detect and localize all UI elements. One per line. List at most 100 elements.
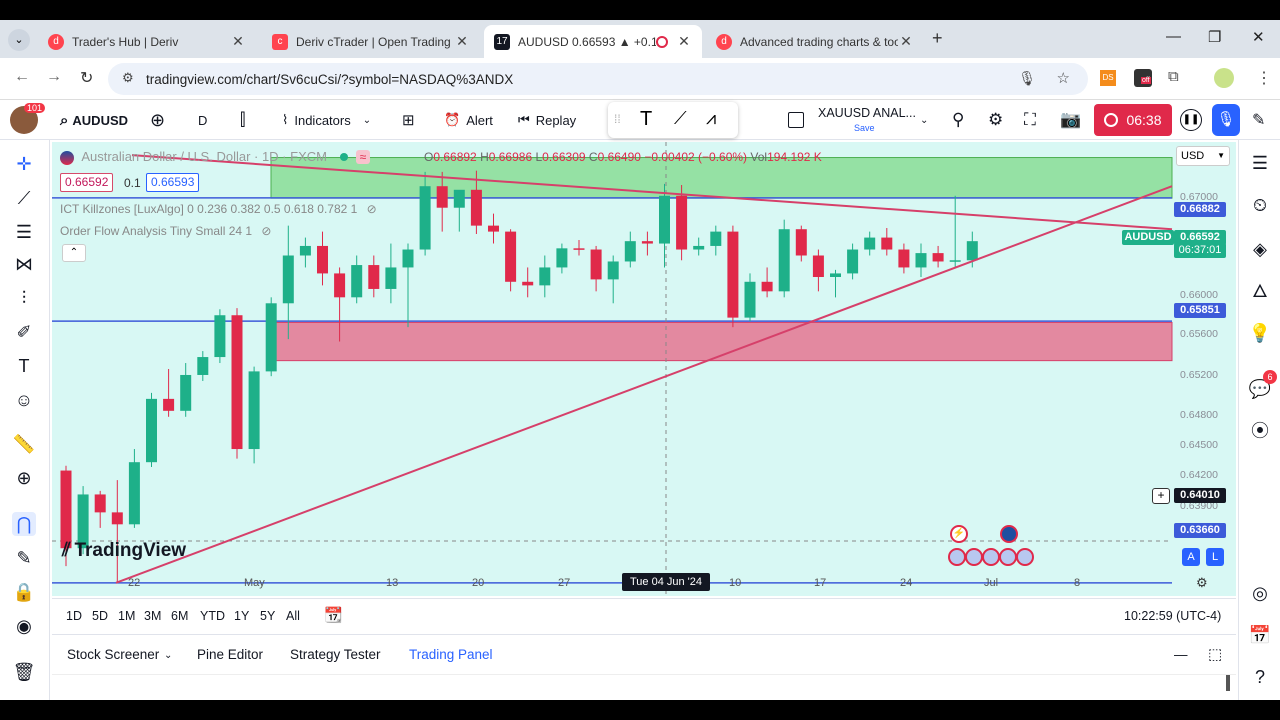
range-6m[interactable]: 6M: [171, 609, 188, 623]
watchlist-icon[interactable]: ☰: [1247, 150, 1273, 176]
tab-audusd[interactable]: 17 AUDUSD 0.66593 ▲ +0.18% ✕: [484, 25, 702, 58]
range-5y[interactable]: 5Y: [260, 609, 275, 623]
emoji-icon[interactable]: ☺: [12, 388, 36, 412]
tab-stock-screener[interactable]: Stock Screener: [67, 647, 159, 662]
compare-plus-icon[interactable]: ⊕: [150, 100, 165, 140]
hidden-eye-icon[interactable]: ⊘: [261, 224, 271, 238]
layouts-grid-icon[interactable]: ⊞: [402, 100, 415, 140]
sell-price-button[interactable]: 0.66592: [60, 173, 114, 192]
extensions-puzzle-icon[interactable]: ⧉: [1168, 68, 1179, 85]
range-3m[interactable]: 3M: [144, 609, 161, 623]
close-tab-icon[interactable]: ✕: [898, 33, 914, 50]
trendline-icon[interactable]: ⟋: [12, 186, 36, 210]
range-ytd[interactable]: YTD: [200, 609, 225, 623]
tab-traders-hub[interactable]: d Trader's Hub | Deriv ✕: [38, 25, 256, 58]
range-5d[interactable]: 5D: [92, 609, 108, 623]
us-economic-events[interactable]: [948, 548, 1038, 566]
browser-menu-icon[interactable]: ⋮: [1256, 68, 1272, 88]
clock-timezone[interactable]: 10:22:59 (UTC-4): [1124, 609, 1221, 623]
layout-chevron-down-icon[interactable]: ⌄: [920, 100, 928, 140]
settings-gear-icon[interactable]: ⚙: [988, 100, 1003, 140]
range-all[interactable]: All: [286, 609, 300, 623]
range-1d[interactable]: 1D: [66, 609, 82, 623]
close-tab-icon[interactable]: ✕: [230, 33, 246, 50]
microphone-icon[interactable]: 🎙: [1018, 70, 1036, 87]
collapse-legend-icon[interactable]: ⌃: [62, 244, 86, 262]
indicator-legend-1[interactable]: ICT Killzones [LuxAlgo] 0 0.236 0.382 0.…: [60, 202, 377, 216]
horizontal-lines-icon[interactable]: ☰: [12, 220, 36, 244]
magnet-icon[interactable]: ⋂: [12, 512, 36, 536]
candles-chart-type-icon[interactable]: ⫿: [240, 100, 245, 140]
goto-date-calendar-icon[interactable]: 📆: [324, 606, 343, 624]
tab-list-chevron-icon[interactable]: ⌄: [8, 29, 30, 51]
close-tab-icon[interactable]: ✕: [454, 33, 470, 50]
auto-scale-button[interactable]: A: [1182, 548, 1200, 566]
hotlist-flame-icon[interactable]: 🜂: [1247, 278, 1273, 304]
url-field[interactable]: ⚙ tradingview.com/chart/Sv6cuCsi/?symbol…: [108, 63, 1088, 95]
crosshair-icon[interactable]: ✛: [12, 152, 36, 176]
tab-pine-editor[interactable]: Pine Editor: [197, 647, 263, 662]
scrollbar[interactable]: [1226, 675, 1230, 691]
bookmark-star-icon[interactable]: ☆: [1057, 69, 1070, 87]
data-problem-icon[interactable]: ≈: [355, 150, 371, 164]
replay-button[interactable]: ⏮ Replay: [518, 100, 576, 140]
add-alert-plus-icon[interactable]: +: [1152, 488, 1170, 504]
alert-button[interactable]: ⏰ Alert: [444, 100, 493, 140]
line-tool-icon[interactable]: ⟋: [674, 108, 687, 129]
range-1m[interactable]: 1M: [118, 609, 135, 623]
camera-icon[interactable]: 📷: [1060, 100, 1081, 140]
back-arrow-icon[interactable]: ←: [14, 68, 30, 86]
fullscreen-icon[interactable]: ⛶: [1024, 100, 1036, 140]
symbol-search-button[interactable]: ⌕ AUDUSD: [60, 100, 128, 140]
hidden-eye-icon[interactable]: ⊘: [367, 202, 377, 216]
au-event-flag-icon[interactable]: [1000, 525, 1018, 543]
range-1y[interactable]: 1Y: [234, 609, 249, 623]
new-tab-plus-icon[interactable]: +: [932, 28, 943, 49]
profile-avatar[interactable]: [1214, 68, 1234, 88]
quick-search-icon[interactable]: ⚲: [952, 100, 964, 140]
alerts-clock-icon[interactable]: ⏲: [1247, 192, 1273, 218]
site-info-icon[interactable]: ⚙: [122, 70, 134, 86]
close-tab-icon[interactable]: ✕: [676, 33, 692, 50]
close-window-icon[interactable]: ✕: [1252, 28, 1265, 46]
extension-ds-icon[interactable]: DS: [1100, 70, 1116, 86]
help-icon[interactable]: ?: [1247, 664, 1273, 690]
data-window-icon[interactable]: ◎: [1247, 580, 1273, 606]
signals-icon[interactable]: ⦿: [1247, 418, 1273, 444]
maximize-panel-icon[interactable]: ⬚: [1208, 645, 1222, 663]
minimize-panel-icon[interactable]: —: [1174, 647, 1188, 662]
reload-icon[interactable]: ↻: [80, 68, 93, 88]
tab-trading-panel[interactable]: Trading Panel: [409, 647, 493, 662]
text-icon[interactable]: T: [12, 354, 36, 378]
recording-timer-button[interactable]: 06:38: [1094, 104, 1172, 136]
trash-icon[interactable]: 🗑: [12, 660, 36, 684]
dividend-event-icon[interactable]: ⚡: [950, 525, 968, 543]
lock-icon[interactable]: 🔒: [12, 580, 36, 604]
tab-advanced-charts[interactable]: d Advanced trading charts & tool ✕: [706, 25, 924, 58]
minimize-window-icon[interactable]: —: [1166, 28, 1181, 45]
drag-handle-icon[interactable]: ⁞⁞: [614, 112, 621, 126]
text-tool-icon[interactable]: T: [640, 108, 652, 131]
time-axis-settings-icon[interactable]: ⚙: [1196, 575, 1208, 591]
log-scale-button[interactable]: L: [1206, 548, 1224, 566]
zoom-in-icon[interactable]: ⊕: [12, 466, 36, 490]
interval-button[interactable]: D: [198, 100, 207, 140]
mic-off-icon[interactable]: ✎: [1252, 100, 1265, 140]
ruler-icon[interactable]: 📏: [12, 432, 36, 456]
restore-window-icon[interactable]: ❐: [1208, 28, 1221, 46]
extension-record-icon[interactable]: off: [1134, 69, 1152, 87]
layers-icon[interactable]: ◈: [1247, 236, 1273, 262]
pitchfork-icon[interactable]: ⋈: [12, 252, 36, 276]
ideas-bulb-icon[interactable]: 💡: [1247, 320, 1273, 346]
indicator-legend-2[interactable]: Order Flow Analysis Tiny Small 24 1 ⊘: [60, 224, 271, 238]
forward-arrow-icon[interactable]: →: [46, 68, 62, 86]
buy-price-button[interactable]: 0.66593: [146, 173, 200, 192]
microphone-button-icon[interactable]: 🎙: [1212, 104, 1240, 136]
brush-icon[interactable]: ✐: [12, 320, 36, 344]
path-tool-icon[interactable]: ⩘: [706, 108, 716, 129]
currency-selector[interactable]: USD ▼: [1176, 146, 1230, 166]
tab-strategy-tester[interactable]: Strategy Tester: [290, 647, 381, 662]
lock-drawing-icon[interactable]: ✎: [12, 546, 36, 570]
calendar-icon[interactable]: 📅: [1247, 622, 1273, 648]
fib-icon[interactable]: ⫶: [12, 286, 36, 310]
